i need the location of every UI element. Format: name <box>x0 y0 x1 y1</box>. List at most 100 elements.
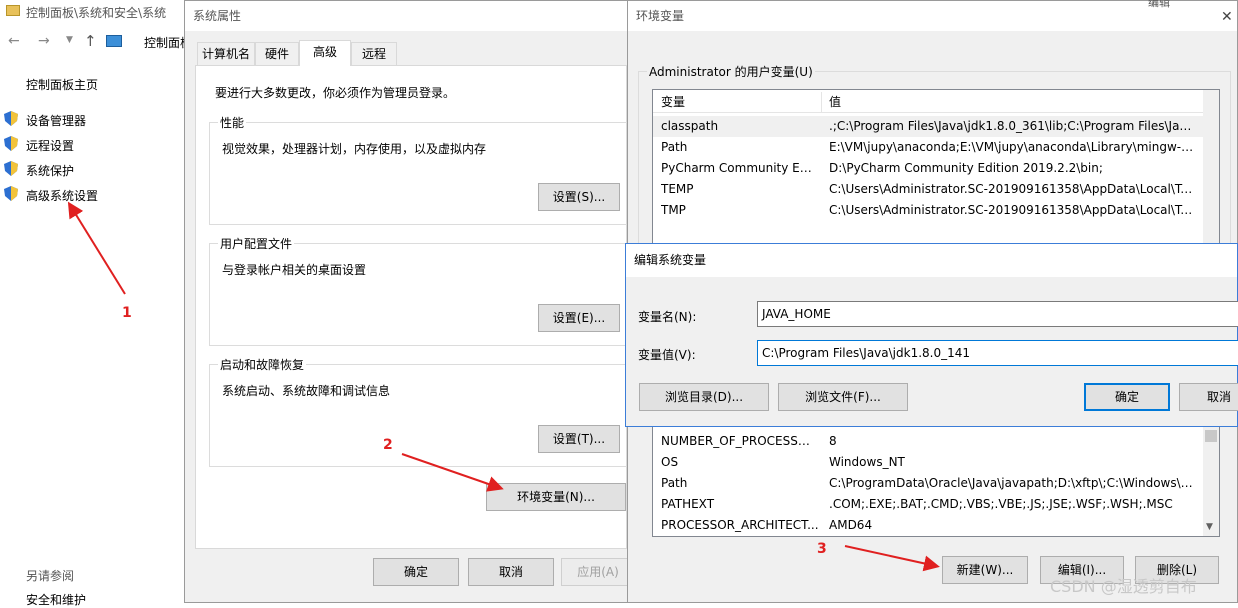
apply-button[interactable]: 应用(A) <box>561 558 635 586</box>
column-header-name[interactable]: 变量 <box>661 92 819 113</box>
nav-link-advanced-settings[interactable]: 高级系统设置 <box>26 187 98 204</box>
column-header-value[interactable]: 值 <box>829 92 1195 113</box>
nav-link-system-protection[interactable]: 系统保护 <box>26 162 74 179</box>
dialog-title: 系统属性 <box>185 1 633 31</box>
variable-name: Path <box>661 476 688 490</box>
security-maintenance-link[interactable]: 安全和维护 <box>26 591 86 608</box>
user-profile-group: 用户配置文件 与登录帐户相关的桌面设置 设置(E)... <box>209 235 634 346</box>
close-icon[interactable]: ✕ <box>1221 9 1233 25</box>
background-window-label: 编辑 <box>1148 0 1170 9</box>
table-row[interactable]: OS Windows_NT <box>653 452 1203 473</box>
browse-file-button[interactable]: 浏览文件(F)... <box>778 383 908 411</box>
edit-ok-button[interactable]: 确定 <box>1084 383 1170 411</box>
back-arrow-icon[interactable]: ← <box>8 33 20 49</box>
variable-name: TEMP <box>661 182 694 196</box>
variable-value: .;C:\Program Files\Java\jdk1.8.0_361\lib… <box>829 119 1195 133</box>
table-row[interactable]: Path E:\VM\jupy\anaconda;E:\VM\jupy\anac… <box>653 137 1203 158</box>
variable-value: AMD64 <box>829 518 873 532</box>
table-row[interactable]: TEMP C:\Users\Administrator.SC-201909161… <box>653 179 1203 200</box>
table-row[interactable]: NUMBER_OF_PROCESSORS 8 <box>653 431 1203 452</box>
variable-name: OS <box>661 455 679 469</box>
control-panel-title: 控制面板\系统和安全\系统 <box>2 2 182 22</box>
cancel-button[interactable]: 取消 <box>468 558 554 586</box>
variable-name: PyCharm Community Editi... <box>661 161 819 175</box>
environment-variables-button[interactable]: 环境变量(N)... <box>486 483 626 511</box>
performance-desc: 视觉效果，处理器计划，内存使用，以及虚拟内存 <box>222 142 487 156</box>
see-also-heading: 另请参阅 <box>26 569 75 583</box>
variable-value: D:\PyCharm Community Edition 2019.2.2\bi… <box>829 161 1103 175</box>
user-variables-label: Administrator 的用户变量(U) <box>647 63 815 80</box>
forward-arrow-icon[interactable]: → <box>38 33 50 49</box>
variable-value: C:\Users\Administrator.SC-201909161358\A… <box>829 203 1195 217</box>
folder-icon <box>6 5 20 16</box>
variable-name: PATHEXT <box>661 497 715 511</box>
variable-value: E:\VM\jupy\anaconda;E:\VM\jupy\anaconda\… <box>829 140 1195 154</box>
variable-name: Path <box>661 140 688 154</box>
user-variables-list[interactable]: 变量 值 classpath .;C:\Program Files\Java\j… <box>652 89 1220 249</box>
table-row[interactable]: TMP C:\Users\Administrator.SC-2019091613… <box>653 200 1203 221</box>
performance-settings-button[interactable]: 设置(S)... <box>538 183 620 211</box>
ok-button[interactable]: 确定 <box>373 558 459 586</box>
system-variables-list[interactable]: NUMBER_OF_PROCESSORS 8 OS Windows_NT Pat… <box>652 425 1220 537</box>
performance-group: 性能 视觉效果，处理器计划，内存使用，以及虚拟内存 设置(S)... <box>209 114 634 225</box>
table-row[interactable]: PATHEXT .COM;.EXE;.BAT;.CMD;.VBS;.VBE;.J… <box>653 494 1203 515</box>
shield-icon <box>4 186 18 201</box>
scrollbar-thumb[interactable] <box>1205 430 1217 442</box>
table-row[interactable]: PyCharm Community Editi... D:\PyCharm Co… <box>653 158 1203 179</box>
control-panel-home-link[interactable]: 控制面板主页 <box>26 76 98 93</box>
env-dialog-title: 环境变量 <box>628 1 1237 31</box>
edit-system-variable-dialog: 编辑系统变量 变量名(N): JAVA_HOME 变量值(V): C:\Prog… <box>625 243 1238 427</box>
shield-icon <box>4 136 18 151</box>
tab-panel: 要进行大多数更改，你必须作为管理员登录。 性能 视觉效果，处理器计划，内存使用，… <box>195 65 634 549</box>
startup-recovery-settings-button[interactable]: 设置(T)... <box>538 425 620 453</box>
startup-recovery-desc: 系统启动、系统故障和调试信息 <box>222 384 391 398</box>
list-header: 变量 值 <box>653 92 1203 113</box>
nav-link-device-manager[interactable]: 设备管理器 <box>26 112 86 129</box>
performance-label: 性能 <box>218 114 247 131</box>
variable-value: C:\Users\Administrator.SC-201909161358\A… <box>829 182 1195 196</box>
tab-computer-name[interactable]: 计算机名 <box>197 42 255 65</box>
variable-name: PROCESSOR_ARCHITECT... <box>661 518 819 532</box>
up-arrow-icon[interactable]: ↑ <box>84 32 97 50</box>
variable-name: TMP <box>661 203 686 217</box>
variable-name-field[interactable]: JAVA_HOME <box>757 301 1238 327</box>
user-profile-label: 用户配置文件 <box>218 235 295 252</box>
table-row[interactable]: classpath .;C:\Program Files\Java\jdk1.8… <box>653 116 1203 137</box>
variable-name: NUMBER_OF_PROCESSORS <box>661 434 819 448</box>
scrollbar[interactable] <box>1203 90 1219 248</box>
control-panel-window: 控制面板\系统和安全\系统 ← → ▼ ↑ 控制面板 控制面板主页 设备管理器 … <box>0 0 200 607</box>
watermark: CSDN @湿透剪自布 <box>1050 577 1197 596</box>
chevron-down-icon[interactable]: ▼ <box>1206 522 1213 532</box>
table-row[interactable]: Path C:\ProgramData\Oracle\Java\javapath… <box>653 473 1203 494</box>
user-profile-desc: 与登录帐户相关的桌面设置 <box>222 263 367 277</box>
variable-value: C:\ProgramData\Oracle\Java\javapath;D:\x… <box>829 476 1195 490</box>
edit-dialog-title: 编辑系统变量 <box>626 244 1237 277</box>
startup-recovery-group: 启动和故障恢复 系统启动、系统故障和调试信息 设置(T)... <box>209 356 634 467</box>
browse-directory-button[interactable]: 浏览目录(D)... <box>639 383 769 411</box>
variable-value-label: 变量值(V): <box>638 348 696 362</box>
tab-hardware[interactable]: 硬件 <box>255 42 299 65</box>
variable-value: .COM;.EXE;.BAT;.CMD;.VBS;.VBE;.JS;.JSE;.… <box>829 497 1173 511</box>
scrollbar[interactable]: ▼ <box>1203 426 1219 536</box>
edit-cancel-button[interactable]: 取消 <box>1179 383 1238 411</box>
annotation-label-1: 1 <box>122 305 132 321</box>
tab-advanced[interactable]: 高级 <box>299 40 351 66</box>
variable-name: classpath <box>661 119 719 133</box>
chevron-down-icon[interactable]: ▼ <box>66 35 73 45</box>
shield-icon <box>4 161 18 176</box>
column-divider <box>821 92 822 113</box>
variable-value: 8 <box>829 434 837 448</box>
admin-note: 要进行大多数更改，你必须作为管理员登录。 <box>215 86 456 100</box>
variable-value: Windows_NT <box>829 455 905 469</box>
variable-value-field[interactable]: C:\Program Files\Java\jdk1.8.0_141 <box>757 340 1238 366</box>
annotation-label-2: 2 <box>383 437 393 453</box>
startup-recovery-label: 启动和故障恢复 <box>218 356 307 373</box>
table-row[interactable]: PROCESSOR_ARCHITECT... AMD64 <box>653 515 1203 536</box>
nav-link-remote-settings[interactable]: 远程设置 <box>26 137 74 154</box>
new-variable-button[interactable]: 新建(W)... <box>942 556 1028 584</box>
user-profile-settings-button[interactable]: 设置(E)... <box>538 304 620 332</box>
tab-remote[interactable]: 远程 <box>351 42 397 65</box>
annotation-label-3: 3 <box>817 541 827 557</box>
system-properties-dialog: 系统属性 计算机名 硬件 高级 远程 要进行大多数更改，你必须作为管理员登录。 … <box>184 0 635 603</box>
window-title: 控制面板\系统和安全\系统 <box>26 6 167 20</box>
